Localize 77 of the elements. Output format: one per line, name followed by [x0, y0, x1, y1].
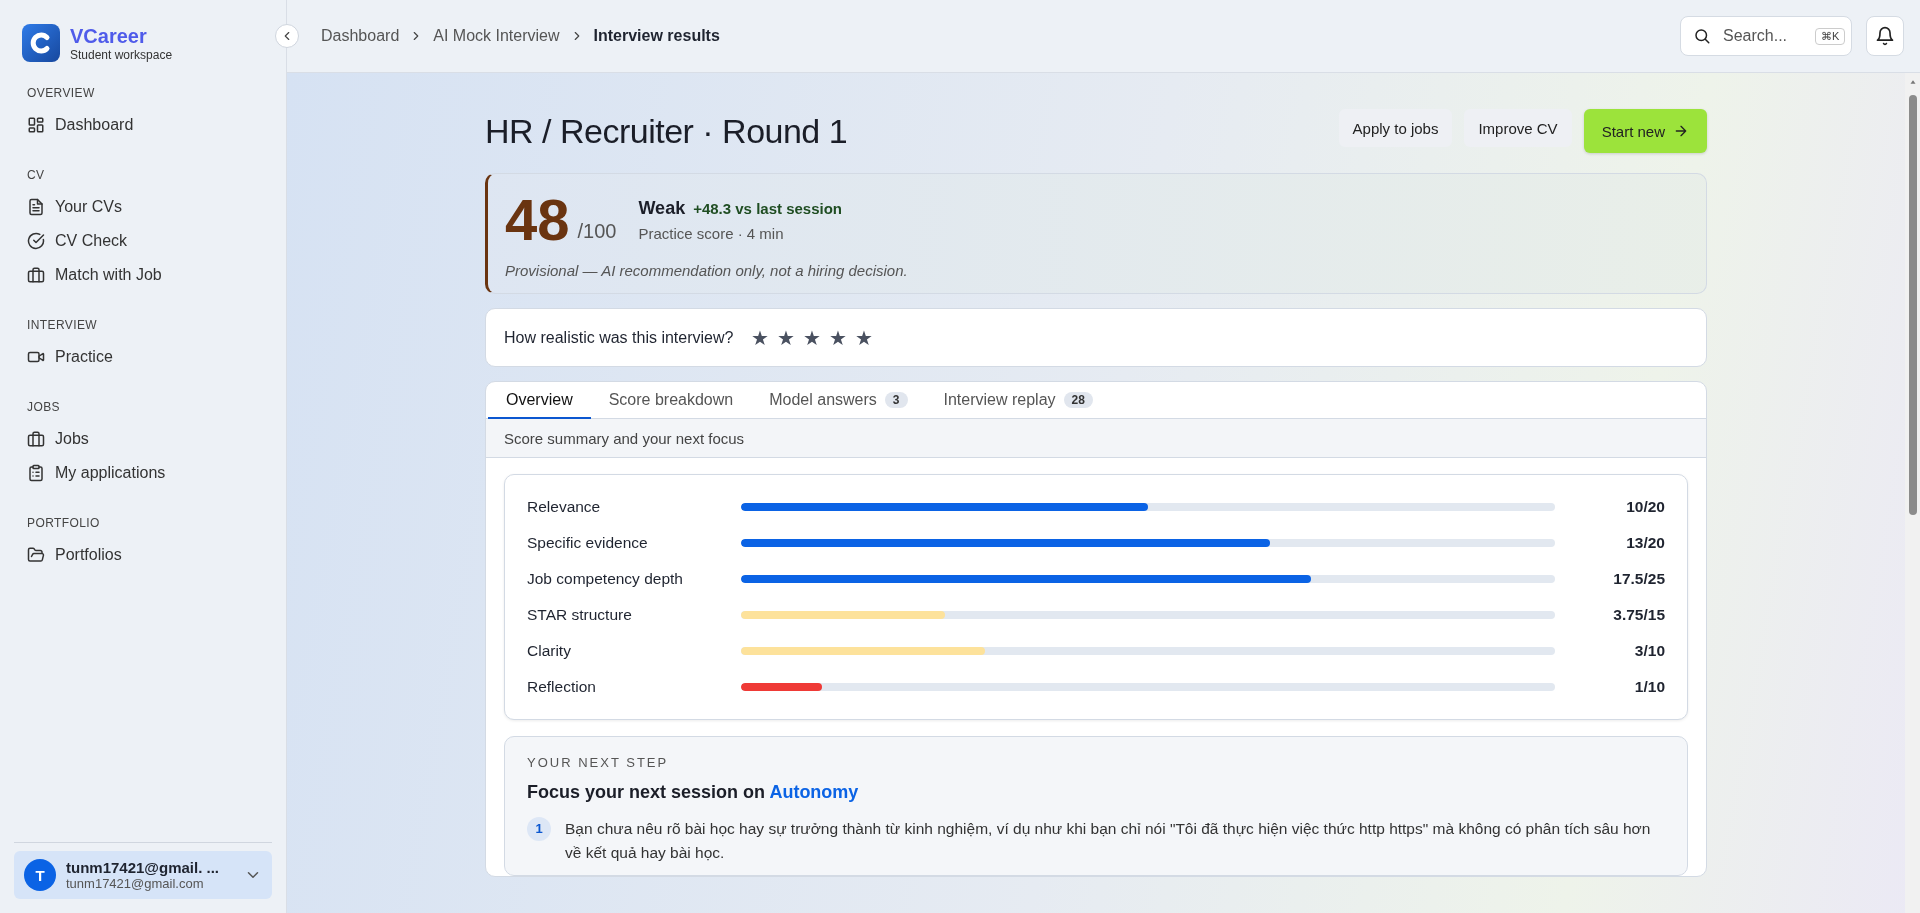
score-value: 48 [505, 188, 570, 252]
logo-icon [22, 24, 60, 62]
criterion-label: Clarity [527, 642, 572, 660]
avatar: T [24, 859, 56, 891]
clipboard-icon [27, 464, 45, 482]
sidebar-item[interactable]: Practice [14, 340, 272, 374]
grid-icon [27, 116, 45, 134]
score-delta: +48.3 vs last session [693, 200, 842, 217]
star-icon[interactable]: ★ [777, 327, 796, 348]
briefcase-icon [27, 266, 45, 284]
briefcase-icon [27, 430, 45, 448]
tab[interactable]: Score breakdown [590, 382, 752, 419]
arrow-right-icon [1673, 123, 1689, 139]
breadcrumb-link[interactable]: AI Mock Interview [433, 27, 560, 45]
brand-subtitle: Student workspace [70, 47, 173, 62]
criterion-label: Specific evidence [527, 534, 649, 552]
scrollbar[interactable] [1905, 73, 1920, 913]
action-button[interactable]: Improve CV [1464, 109, 1572, 147]
user-email: tunm17421@gmail.com [66, 876, 205, 891]
sidebar-item[interactable]: Your CVs [14, 190, 272, 224]
rating-question: How realistic was this interview? [504, 328, 734, 347]
score-max: /100 [577, 219, 617, 243]
sidebar-item[interactable]: Portfolios [14, 538, 272, 572]
section-heading: CV [26, 167, 46, 184]
document-icon [27, 198, 45, 216]
section-heading: OVERVIEW [26, 85, 96, 102]
criterion-label: Reflection [527, 678, 597, 696]
section-heading: JOBS [26, 399, 61, 416]
check-circle-icon [27, 232, 45, 250]
star-icon[interactable]: ★ [751, 327, 770, 348]
page-title: HR / Recruiter · Round 1 [485, 111, 848, 151]
count-badge: 28 [1063, 391, 1093, 408]
search-input[interactable]: Search... [1721, 26, 1805, 46]
breadcrumb-current: Interview results [593, 27, 720, 45]
step-text: Bạn chưa nêu rõ bài học hay sự trưởng thành từ kinh nghiệm, ví dụ như khi bạn chỉ nói "Tôi đã thực hiện việc thức http https" mà không có phân tích sâu hơn về kết quả hay bài học. [565, 819, 1652, 863]
score-reading: 10/20 [1625, 498, 1665, 516]
score-reading: 13/20 [1625, 534, 1665, 552]
user-menu[interactable]: T tunm17421@gmail. ... tunm17421@gmail.com [14, 851, 272, 899]
criterion-label: Job competency depth [527, 570, 684, 588]
disclaimer-note: Provisional — AI recommendation only, not a hiring decision. [505, 262, 909, 279]
section-eyebrow: YOUR NEXT STEP [527, 755, 670, 770]
criterion-label: Relevance [527, 498, 602, 516]
next-step-heading: Focus your next session on Autonomy [527, 782, 860, 803]
breadcrumb-link[interactable]: Dashboard [321, 27, 400, 45]
score-meta: Practice score · 4 min [638, 225, 785, 242]
star-icon[interactable]: ★ [829, 327, 848, 348]
folder-icon [27, 546, 45, 564]
sidebar-item[interactable]: Match with Job [14, 258, 272, 292]
tab[interactable]: Interview replay 28 [925, 382, 1111, 419]
section-heading: PORTFOLIO [26, 515, 101, 532]
star-icon[interactable]: ★ [803, 327, 822, 348]
step-number: 1 [527, 817, 551, 841]
star-icon[interactable]: ★ [855, 327, 874, 348]
score-reading: 3.75/15 [1612, 606, 1665, 624]
tab[interactable]: Model answers 3 [751, 382, 926, 419]
verdict: Weak [638, 198, 686, 218]
notifications-button[interactable] [1866, 16, 1904, 56]
search-field[interactable]: Search... ⌘K [1680, 16, 1852, 56]
sidebar-item[interactable]: Dashboard [14, 108, 272, 142]
criterion-label: STAR structure [527, 606, 633, 624]
section-heading: INTERVIEW [26, 317, 99, 334]
sidebar-item[interactable]: My applications [14, 456, 272, 490]
sidebar-item[interactable]: Jobs [14, 422, 272, 456]
score-reading: 17.5/25 [1612, 570, 1665, 588]
score-reading: 3/10 [1633, 642, 1665, 660]
count-badge: 3 [884, 391, 908, 408]
tab-caption: Score summary and your next focus [486, 419, 1706, 458]
bell-icon [1875, 26, 1895, 46]
shortcut-hint: ⌘K [1815, 27, 1846, 45]
search-icon [1693, 27, 1711, 45]
sidebar-item[interactable]: CV Check [14, 224, 272, 258]
action-button[interactable]: Start new [1583, 109, 1707, 153]
collapse-sidebar-button[interactable] [275, 24, 299, 48]
score-reading: 1/10 [1633, 678, 1665, 696]
brand-name: VCareer [70, 24, 148, 47]
action-button[interactable]: Apply to jobs [1338, 109, 1453, 147]
user-name: tunm17421@gmail. ... [66, 859, 220, 876]
